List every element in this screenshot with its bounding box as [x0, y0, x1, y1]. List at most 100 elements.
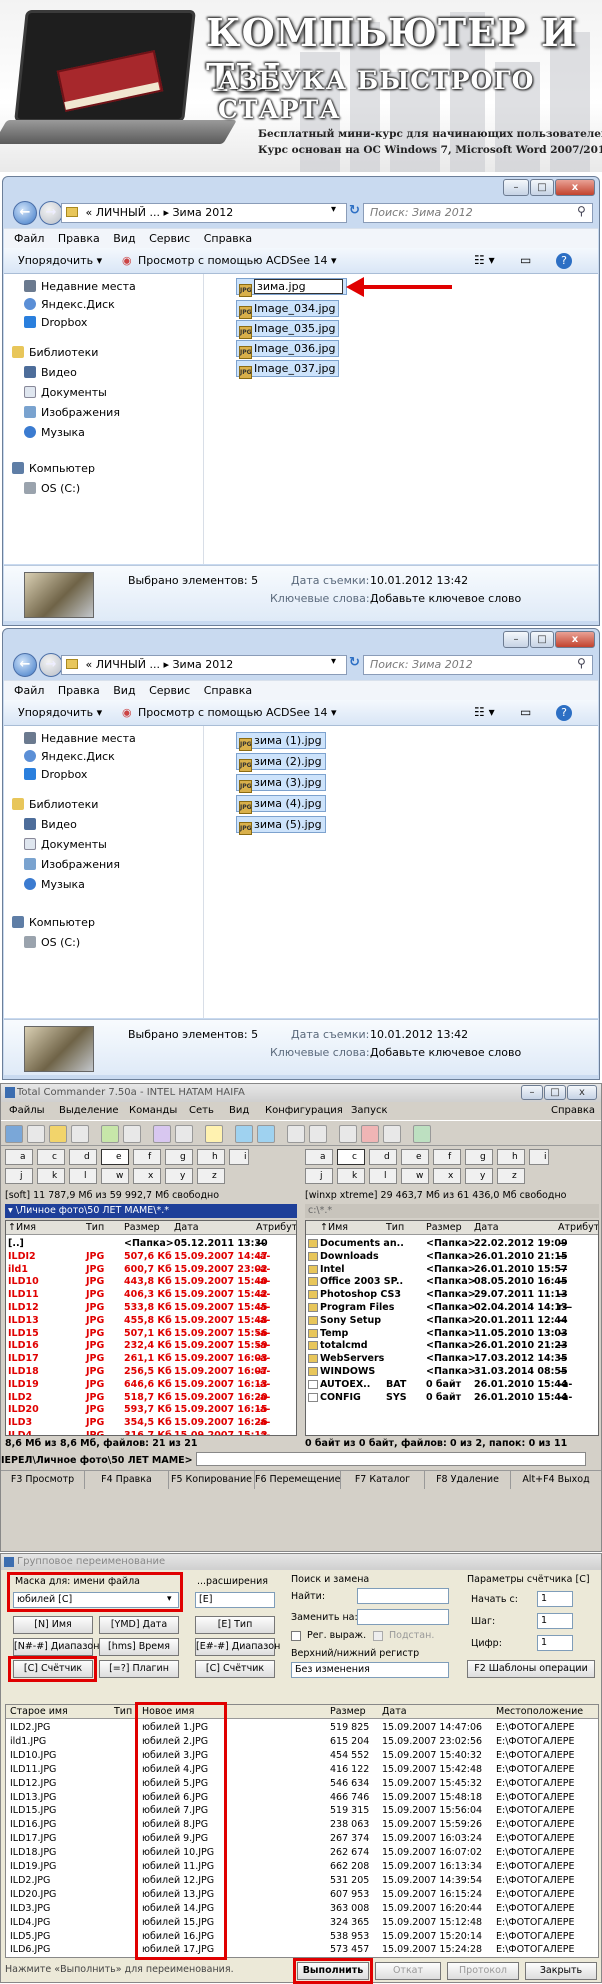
breadcrumb-item[interactable]: Зима 2012: [173, 206, 234, 219]
drive-f-button[interactable]: f: [133, 1149, 161, 1165]
file-row[interactable]: Temp <Папка> 11.05.2010 13:03—: [306, 1327, 598, 1341]
case-select[interactable]: Без изменения: [291, 1662, 449, 1678]
close-dialog-button[interactable]: Закрыть: [525, 1962, 597, 1980]
file-row[interactable]: ILD2 JPG 518,7 Кб 15.09.2007 16:20 -a-: [6, 1391, 296, 1405]
menu-file[interactable]: Файл: [14, 681, 44, 700]
drive-d-button[interactable]: d: [69, 1149, 97, 1165]
col-location[interactable]: Местоположение: [496, 1705, 583, 1718]
drive-z-button[interactable]: z: [197, 1168, 225, 1184]
file-item[interactable]: JPG Image_034.jpg: [236, 300, 340, 319]
counter-digits-input[interactable]: 1: [537, 1635, 573, 1651]
file-row[interactable]: Sony Setup <Папка> 20.01.2011 12:44—: [306, 1314, 598, 1328]
address-bar[interactable]: « ЛИЧНЫЙ ... ▸ Зима 2012: [61, 655, 347, 675]
file-row[interactable]: Intel <Папка> 26.01.2010 15:57—: [306, 1263, 598, 1277]
view-with-button[interactable]: Просмотр с помощью ACDSee 14 ▾: [138, 248, 337, 273]
ext-input[interactable]: [E]: [195, 1592, 275, 1608]
remove-icon[interactable]: [361, 1125, 379, 1143]
f8-delete-button[interactable]: F8 Удаление: [425, 1471, 511, 1489]
details-view-icon[interactable]: [49, 1125, 67, 1143]
command-line[interactable]: IEPEЛ\Личное фото\50 ЛЕТ МАМЕ>: [1, 1452, 601, 1468]
rename-row[interactable]: ILD10.JPG юбилей 3.JPG 454 552 15.09.2007 1…: [6, 1749, 598, 1763]
command-input[interactable]: [195, 1452, 586, 1466]
rename-row[interactable]: ILD4.JPG юбилей 15.JPG 324 365 15.09.2007 1…: [6, 1916, 598, 1930]
preview-pane-icon[interactable]: ▭: [520, 700, 531, 725]
col-type[interactable]: Тип: [114, 1705, 132, 1718]
rename-row[interactable]: ILD2.JPG юбилей 1.JPG 519 825 15.09.2007 14…: [6, 1721, 598, 1735]
drive-h-button[interactable]: h: [497, 1149, 525, 1165]
subst-checkbox[interactable]: [373, 1631, 383, 1641]
nav-computer[interactable]: Компьютер: [12, 914, 95, 932]
menu-view[interactable]: Вид: [113, 681, 135, 700]
folder-icon[interactable]: [383, 1125, 401, 1143]
drive-k-button[interactable]: k: [37, 1168, 65, 1184]
rename-row[interactable]: ILD6.JPG юбилей 17.JPG 573 457 15.09.2007 1…: [6, 1943, 598, 1957]
menu-file[interactable]: Файл: [14, 229, 44, 248]
counter-step-input[interactable]: 1: [537, 1613, 573, 1629]
tree-view-icon[interactable]: [71, 1125, 89, 1143]
col-date-header[interactable]: Дата: [474, 1221, 499, 1234]
col-date[interactable]: Дата: [382, 1705, 407, 1718]
breadcrumb-item[interactable]: ЛИЧНЫЙ ...: [96, 658, 160, 671]
refresh-icon[interactable]: ↻: [349, 655, 360, 670]
nav-drive-c[interactable]: OS (C:): [24, 480, 80, 498]
ext-range-button[interactable]: [E#-#] Диапазон: [195, 1638, 280, 1656]
nav-video[interactable]: Видео: [24, 364, 77, 382]
rename-row[interactable]: ILD5.JPG юбилей 16.JPG 538 953 15.09.2007 1…: [6, 1930, 598, 1944]
nav-dropbox[interactable]: Dropbox: [24, 766, 87, 784]
undo-button[interactable]: Откат: [375, 1962, 441, 1980]
file-row[interactable]: ILD15 JPG 507,1 Кб 15.09.2007 15:56 -a-: [6, 1327, 296, 1341]
organize-button[interactable]: Упорядочить ▾: [18, 700, 102, 725]
col-type-header[interactable]: Тип: [86, 1221, 104, 1234]
chevron-down-icon[interactable]: ▾: [331, 204, 336, 215]
keywords-field[interactable]: Добавьте ключевое слово: [370, 1046, 521, 1059]
col-attr-header[interactable]: Атрибут: [558, 1221, 598, 1234]
breadcrumb-item[interactable]: Зима 2012: [173, 658, 234, 671]
file-item[interactable]: JPG зима (3).jpg: [236, 774, 326, 793]
nav-video[interactable]: Видео: [24, 816, 77, 834]
drive-y-button[interactable]: y: [165, 1168, 193, 1184]
col-attr-header[interactable]: Атрибут: [256, 1221, 296, 1234]
pack-icon[interactable]: [153, 1125, 171, 1143]
rename-row[interactable]: ILD3.JPG юбилей 14.JPG 363 008 15.09.2007 1…: [6, 1902, 598, 1916]
file-row[interactable]: Photoshop CS3 <Папка> 29.07.2011 11:13—: [306, 1288, 598, 1302]
nav-documents[interactable]: Документы: [24, 836, 107, 854]
file-row[interactable]: ILD13 JPG 455,8 Кб 15.09.2007 15:48 -a-: [6, 1314, 296, 1328]
nav-yandex-disk[interactable]: Яндекс.Диск: [24, 296, 115, 314]
view-with-button[interactable]: Просмотр с помощью ACDSee 14 ▾: [138, 700, 337, 725]
drive-a-button[interactable]: a: [305, 1149, 333, 1165]
col-date-header[interactable]: Дата: [174, 1221, 199, 1234]
maximize-button[interactable]: □: [530, 631, 554, 648]
file-item[interactable]: JPG зима (2).jpg: [236, 753, 326, 772]
search-icon[interactable]: [309, 1125, 327, 1143]
search-icon[interactable]: ⚲: [577, 656, 586, 670]
ext-type-button[interactable]: [E] Тип: [195, 1616, 275, 1634]
file-item[interactable]: JPG зима (5).jpg: [236, 816, 326, 835]
file-row[interactable]: ILD10 JPG 443,8 Кб 15.09.2007 15:40 -a-: [6, 1275, 296, 1289]
drive-c-button[interactable]: c: [37, 1149, 65, 1165]
menu-edit[interactable]: Правка: [58, 229, 100, 248]
drive-g-button[interactable]: g: [465, 1149, 493, 1165]
drive-x-button[interactable]: x: [433, 1168, 461, 1184]
regex-checkbox[interactable]: [291, 1631, 301, 1641]
file-item[interactable]: JPG Image_036.jpg: [236, 340, 340, 359]
menu-view[interactable]: Вид: [113, 229, 135, 248]
file-item[interactable]: JPG Image_037.jpg: [236, 360, 340, 379]
rename-row[interactable]: ILD20.JPG юбилей 13.JPG 607 953 15.09.2007 …: [6, 1888, 598, 1902]
refresh-icon[interactable]: ↻: [349, 203, 360, 218]
right-path[interactable]: c:\*.*: [305, 1204, 599, 1218]
nav-music[interactable]: Музыка: [24, 424, 85, 442]
nav-recent-places[interactable]: Недавние места: [24, 278, 136, 296]
file-row[interactable]: ILD16 JPG 232,4 Кб 15.09.2007 15:59 -a-: [6, 1339, 296, 1353]
forward-icon[interactable]: →: [39, 653, 63, 677]
sync-icon[interactable]: [413, 1125, 431, 1143]
address-bar[interactable]: « ЛИЧНЫЙ ... ▸ Зима 2012: [61, 203, 347, 223]
rename-row[interactable]: ILD18.JPG юбилей 10.JPG 262 674 15.09.2007 …: [6, 1846, 598, 1860]
altf4-exit-button[interactable]: Alt+F4 Выход: [511, 1471, 601, 1489]
menu-tools[interactable]: Сервис: [149, 229, 190, 248]
close-button[interactable]: x: [555, 631, 595, 648]
nav-recent-places[interactable]: Недавние места: [24, 730, 136, 748]
breadcrumb-item[interactable]: ЛИЧНЫЙ ...: [96, 206, 160, 219]
replace-input[interactable]: [357, 1609, 449, 1625]
drive-a-button[interactable]: a: [5, 1149, 33, 1165]
col-size-header[interactable]: Размер: [426, 1221, 462, 1234]
